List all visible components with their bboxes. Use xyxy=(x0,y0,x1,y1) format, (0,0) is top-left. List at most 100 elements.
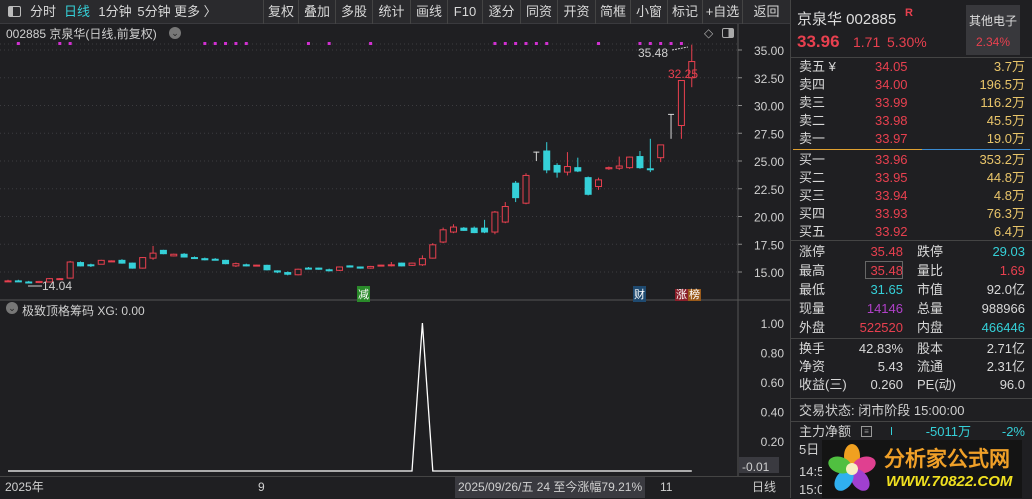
candle-body xyxy=(77,262,85,267)
main-flow-value: -5011万 xyxy=(925,424,971,439)
indicator-title: 极致顶格筹码 XG: 0.00 xyxy=(22,304,145,318)
fund-label: 净资 xyxy=(799,359,826,374)
candle-body xyxy=(584,177,592,195)
signal-dot xyxy=(597,42,601,45)
stats-row[interactable]: 涨停 35.48 跌停 29.03 xyxy=(799,243,1025,261)
candle-body xyxy=(512,182,520,199)
logo-cn-text: 分析家公式网 xyxy=(884,448,1010,471)
candle-body xyxy=(211,258,219,261)
kline-chart[interactable]: 35.00 32.50 30.00 27.50 25.00 22.50 20.00 17.50… xyxy=(0,0,790,498)
stat-label: 外盘 xyxy=(799,320,826,335)
badge-reduce[interactable]: 减 xyxy=(357,286,370,302)
order-book-buy-row[interactable]: 买四 33.93 76.3万 xyxy=(799,205,1025,223)
price-change: 1.71 xyxy=(853,34,881,50)
order-book-sell-row[interactable]: 卖五 ¥ 34.05 3.7万 xyxy=(799,58,1025,76)
fund-value: 96.0 xyxy=(999,377,1025,392)
price-axis-label: 35.00 xyxy=(754,44,784,58)
fund-value: 2.71亿 xyxy=(986,341,1025,356)
level-price: 33.95 xyxy=(875,170,908,185)
price-axis-label: 32.50 xyxy=(754,72,784,86)
indicator-axis-label: 1.00 xyxy=(761,317,785,331)
stat-value: 1.69 xyxy=(999,263,1025,278)
indicator-axis-label: 0.80 xyxy=(761,347,785,361)
signal-dot xyxy=(16,42,20,45)
order-book-buy-row[interactable]: 买五 33.92 6.4万 xyxy=(799,223,1025,241)
period-label[interactable]: 日线 xyxy=(752,477,776,498)
cursor-date-readout: 2025/09/26/五 24 至今涨幅79.21% xyxy=(455,477,646,498)
low-price-label: 14.04 xyxy=(42,279,72,293)
signal-dot xyxy=(306,42,310,45)
level-volume: 4.8万 xyxy=(993,188,1025,203)
time-month-11: 11 xyxy=(660,480,673,494)
order-book-sell-row[interactable]: 卖一 33.97 19.0万 xyxy=(799,130,1025,148)
list-icon[interactable]: ≡ xyxy=(861,426,872,437)
fundamentals-row[interactable]: 收益(三) 0.260 PE(动) 96.0 xyxy=(799,376,1025,394)
fundamentals-row[interactable]: 净资 5.43 流通 2.31亿 xyxy=(799,358,1025,376)
candle-body xyxy=(636,156,644,169)
candle-body xyxy=(605,167,613,170)
indicator-chevron-icon[interactable]: ⌄ xyxy=(6,302,18,314)
candle-body xyxy=(325,269,333,272)
order-book-sell-row[interactable]: 卖四 34.00 196.5万 xyxy=(799,76,1025,94)
badge-top-list[interactable]: 涨榜 xyxy=(675,286,701,302)
candle-body xyxy=(118,259,126,264)
signal-dot xyxy=(534,42,538,45)
level-volume: 19.0万 xyxy=(986,131,1025,146)
order-book-buy-row[interactable]: 买二 33.95 44.8万 xyxy=(799,169,1025,187)
candle-body xyxy=(25,281,33,284)
signal-dot xyxy=(327,42,331,45)
candle-body xyxy=(377,264,385,267)
signal-dot xyxy=(203,42,207,45)
candle-body xyxy=(336,266,344,271)
signal-dot xyxy=(224,42,228,45)
candle-body xyxy=(429,244,437,259)
level-price: 33.97 xyxy=(875,131,908,146)
signal-dot xyxy=(669,42,673,45)
candle-body xyxy=(97,259,105,265)
level-label: 卖四 xyxy=(799,77,826,92)
chart-bg xyxy=(0,24,790,476)
diamond-icon[interactable]: ◇ xyxy=(704,26,713,40)
quote-panel: 京泉华 002885 R 其他电子 2.34% 33.96 1.71 5.30%… xyxy=(790,0,1032,498)
fundamentals-row[interactable]: 换手 42.83% 股本 2.71亿 xyxy=(799,340,1025,358)
signal-dot xyxy=(679,42,683,45)
order-book-buy-row[interactable]: 买三 33.94 4.8万 xyxy=(799,187,1025,205)
candle-body xyxy=(346,265,354,268)
candle-body xyxy=(159,249,167,255)
order-book-sell-row[interactable]: 卖二 33.98 45.5万 xyxy=(799,112,1025,130)
price-axis-label: 15.00 xyxy=(754,266,784,280)
candle-body xyxy=(149,252,157,259)
badge-finance[interactable]: 财 xyxy=(633,286,646,302)
price-axis-label: 17.50 xyxy=(754,238,784,252)
stats-row[interactable]: 最低 31.65 市值 92.0亿 xyxy=(799,281,1025,299)
price-axis-label: 30.00 xyxy=(754,100,784,114)
signal-dot xyxy=(659,42,663,45)
stat-value: 988966 xyxy=(981,301,1025,316)
level-label: 买一 xyxy=(799,152,826,167)
indicator-axis-label: 0.40 xyxy=(761,406,785,420)
fund-value: 0.260 xyxy=(870,377,903,392)
time-axis: 2025年 9 2025/09/26/五 24 至今涨幅79.21% 11 日线 xyxy=(0,476,790,498)
candle-body xyxy=(14,280,22,283)
stats-row[interactable]: 现量 14146 总量 988966 xyxy=(799,300,1025,318)
candle-body xyxy=(356,266,364,269)
candle-body xyxy=(677,80,685,126)
sector-change: 2.34% xyxy=(975,35,1011,49)
r-badge: R xyxy=(905,7,913,19)
stats-row[interactable]: 最高 35.48 量比 1.69 xyxy=(799,262,1025,280)
badge-bang: 榜 xyxy=(688,289,701,301)
candle-body xyxy=(201,258,209,261)
signal-dot xyxy=(503,42,507,45)
layout-icon[interactable] xyxy=(722,28,734,38)
stats-row[interactable]: 外盘 522520 内盘 466446 xyxy=(799,319,1025,337)
chevron-down-icon[interactable]: ⌄ xyxy=(169,27,181,39)
candle-body xyxy=(615,165,623,169)
order-book-sell-row[interactable]: 卖三 33.99 116.2万 xyxy=(799,94,1025,112)
signal-dot xyxy=(58,42,62,45)
level-volume: 116.2万 xyxy=(980,95,1025,110)
candle-body xyxy=(460,227,468,231)
signal-dot xyxy=(493,42,497,45)
level-label: 卖二 xyxy=(799,113,826,128)
order-book-buy-row[interactable]: 买一 33.96 353.2万 xyxy=(799,151,1025,169)
sector-box[interactable]: 其他电子 2.34% xyxy=(966,5,1020,55)
